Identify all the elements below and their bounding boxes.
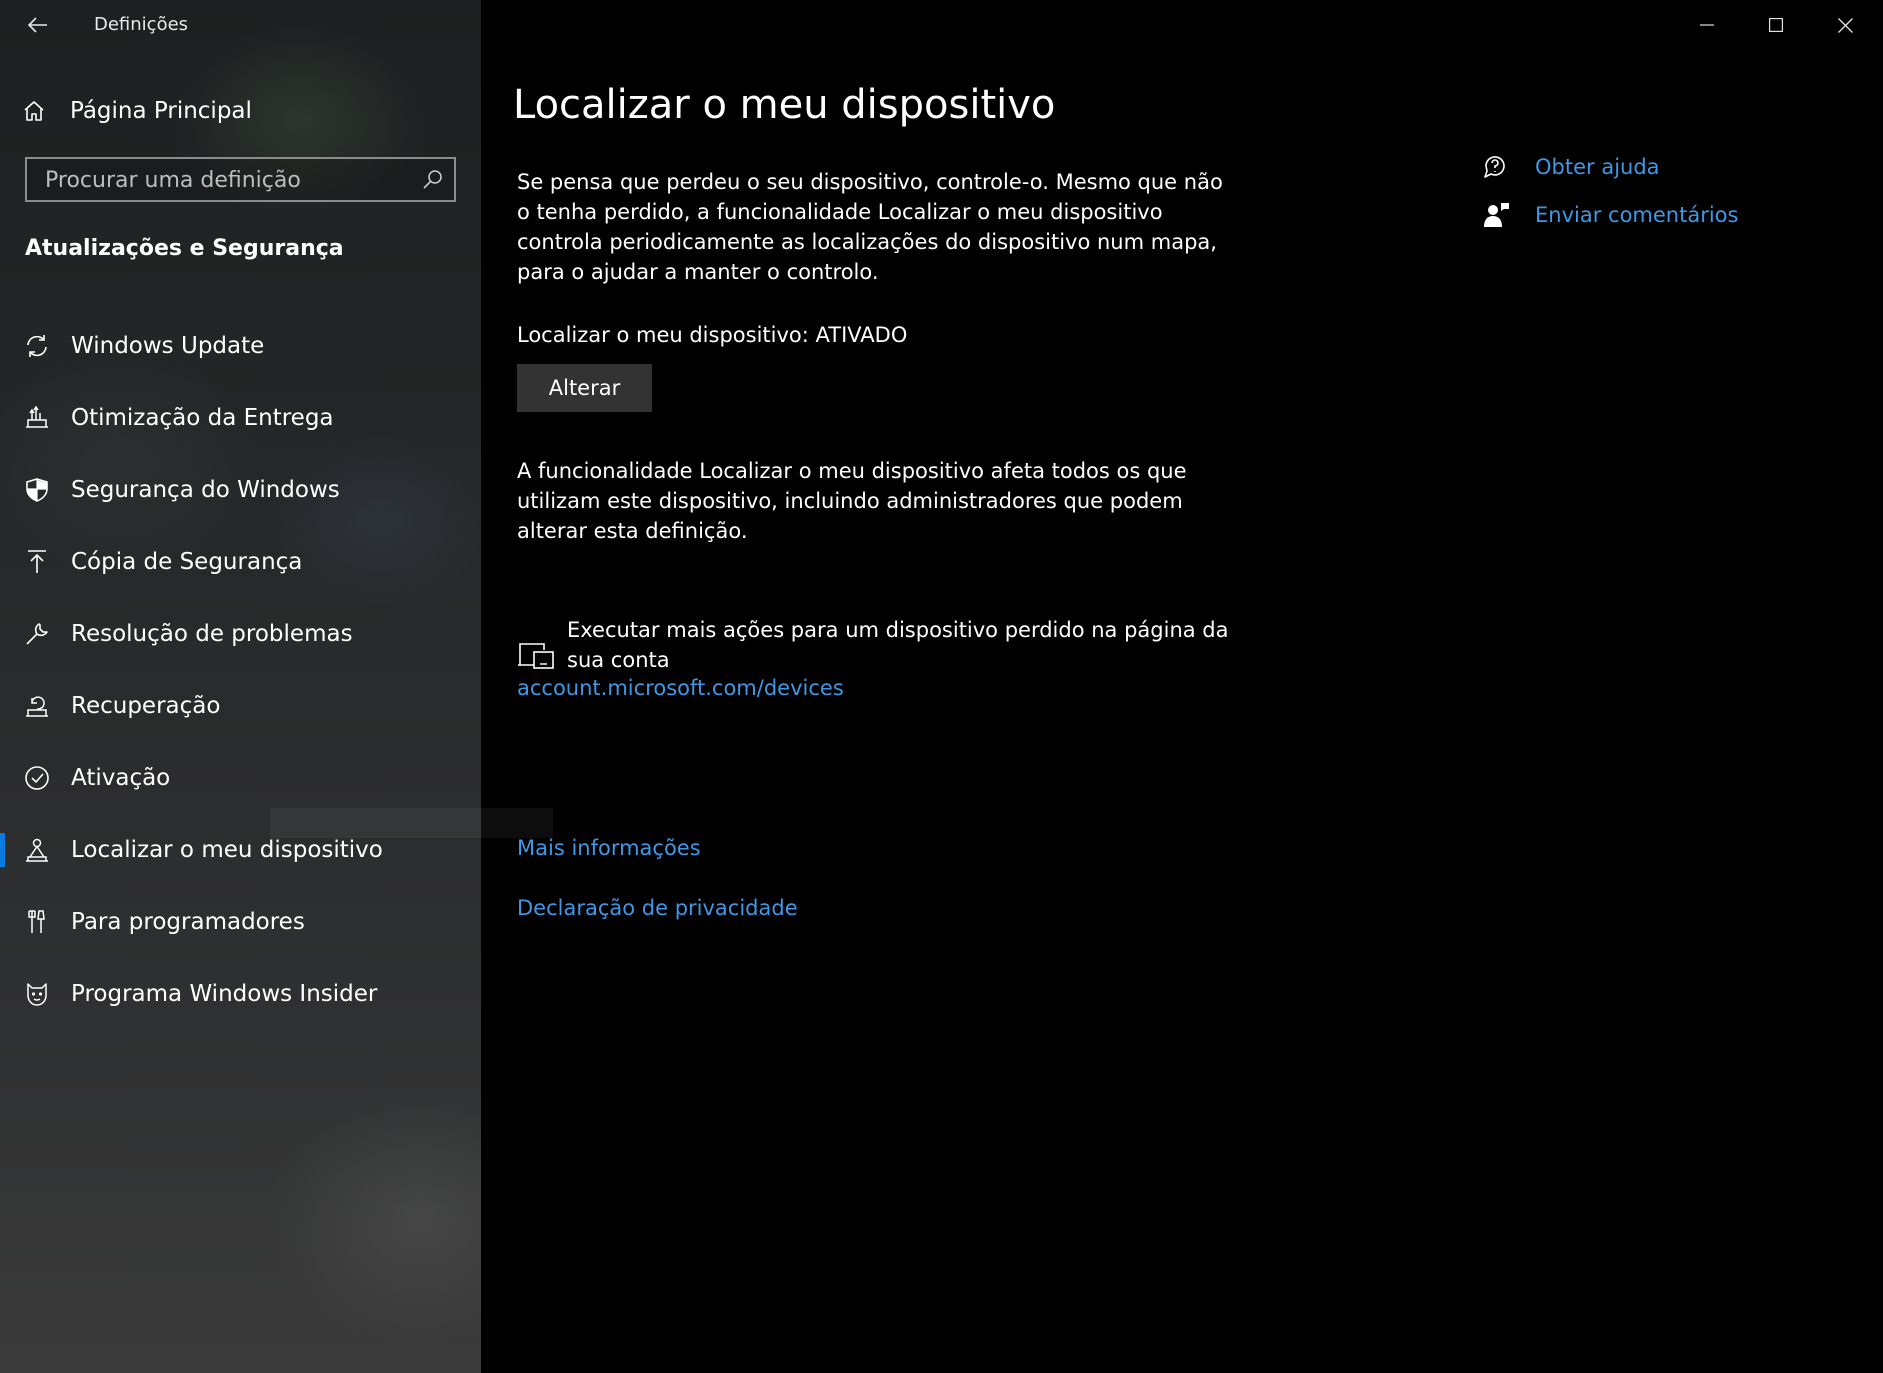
affects-text: A funcionalidade Localizar o meu disposi… bbox=[517, 459, 1187, 543]
sidebar-item-developers[interactable]: Para programadores bbox=[0, 886, 481, 958]
check-circle-icon bbox=[25, 766, 49, 790]
feedback-person-icon bbox=[1481, 200, 1511, 230]
backup-arrow-icon bbox=[28, 550, 46, 573]
search-icon[interactable] bbox=[422, 168, 444, 190]
account-devices-link[interactable]: account.microsoft.com/devices bbox=[517, 676, 844, 700]
home-label: Página Principal bbox=[70, 98, 252, 124]
sidebar-item-label: Programa Windows Insider bbox=[71, 981, 378, 1007]
sidebar-item-delivery-optimization[interactable]: Otimização da Entrega bbox=[0, 382, 481, 454]
home-icon bbox=[24, 101, 44, 121]
help-chat-icon bbox=[1481, 152, 1511, 182]
shield-icon bbox=[26, 478, 48, 502]
sidebar-item-activation[interactable]: Ativação bbox=[0, 742, 481, 814]
search-box bbox=[25, 157, 456, 202]
sidebar-item-label: Recuperação bbox=[71, 693, 221, 719]
status-text: Localizar o meu dispositivo: ATIVADO bbox=[517, 323, 908, 347]
get-help-link[interactable]: Obter ajuda bbox=[1481, 152, 1660, 182]
back-button[interactable] bbox=[18, 8, 58, 42]
sidebar-item-label: Para programadores bbox=[71, 909, 305, 935]
sidebar: Definições Página Principal Atualizações… bbox=[0, 0, 481, 1373]
developer-tools-icon bbox=[28, 910, 45, 933]
sidebar-item-backup[interactable]: Cópia de Segurança bbox=[0, 526, 481, 598]
sidebar-item-windows-insider[interactable]: Programa Windows Insider bbox=[0, 958, 481, 1030]
sidebar-item-label: Cópia de Segurança bbox=[71, 549, 303, 575]
page-title: Localizar o meu dispositivo bbox=[513, 82, 1056, 128]
find-device-icon bbox=[26, 838, 48, 862]
get-help-label: Obter ajuda bbox=[1535, 155, 1660, 179]
wrench-icon bbox=[26, 623, 48, 645]
sidebar-item-recovery[interactable]: Recuperação bbox=[0, 670, 481, 742]
send-feedback-link[interactable]: Enviar comentários bbox=[1481, 200, 1738, 230]
sidebar-item-label: Localizar o meu dispositivo bbox=[71, 837, 383, 863]
change-button[interactable]: Alterar bbox=[517, 364, 652, 412]
sidebar-item-label: Ativação bbox=[71, 765, 171, 791]
sidebar-item-label: Segurança do Windows bbox=[71, 477, 340, 503]
devices-icon bbox=[518, 643, 554, 669]
recovery-icon bbox=[26, 696, 48, 717]
more-info-link[interactable]: Mais informações bbox=[517, 836, 701, 860]
back-arrow-icon bbox=[28, 17, 47, 33]
sidebar-nav: Windows Update Otimização da Entrega Seg… bbox=[0, 310, 481, 1030]
main-content: Localizar o meu dispositivo Se pensa que… bbox=[481, 0, 1883, 1373]
sidebar-item-windows-update[interactable]: Windows Update bbox=[0, 310, 481, 382]
sidebar-item-home[interactable]: Página Principal bbox=[22, 90, 462, 132]
insider-cat-icon bbox=[27, 983, 47, 1006]
sync-icon bbox=[27, 335, 47, 357]
section-title: Atualizações e Segurança bbox=[25, 236, 344, 261]
sidebar-item-windows-security[interactable]: Segurança do Windows bbox=[0, 454, 481, 526]
sidebar-item-label: Otimização da Entrega bbox=[71, 405, 334, 431]
search-input[interactable] bbox=[43, 159, 407, 202]
send-feedback-label: Enviar comentários bbox=[1535, 203, 1739, 227]
privacy-statement-link[interactable]: Declaração de privacidade bbox=[517, 896, 798, 920]
delivery-optimization-icon bbox=[26, 405, 48, 428]
title-bar: Definições bbox=[0, 0, 481, 50]
account-actions-text: Executar mais ações para um dispositivo … bbox=[567, 618, 1229, 672]
sidebar-item-label: Resolução de problemas bbox=[71, 621, 353, 647]
sidebar-item-troubleshoot[interactable]: Resolução de problemas bbox=[0, 598, 481, 670]
sidebar-item-label: Windows Update bbox=[71, 333, 265, 359]
app-title: Definições bbox=[94, 14, 189, 35]
selection-indicator bbox=[0, 833, 5, 867]
intro-text: Se pensa que perdeu o seu dispositivo, c… bbox=[517, 170, 1223, 284]
